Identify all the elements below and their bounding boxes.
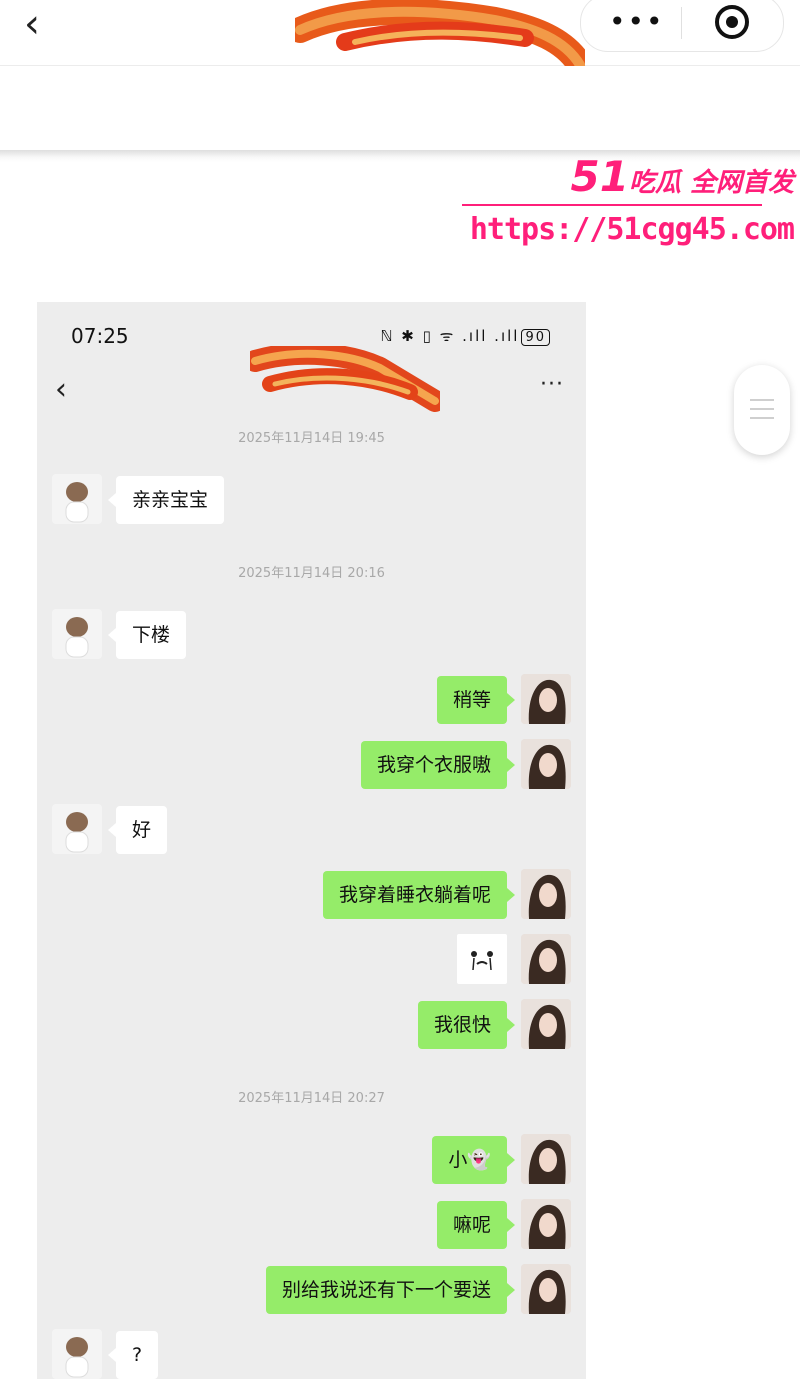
status-icons: ℕ ✱ ▯ ᯤ .ıll .ıll 90 (381, 326, 550, 346)
header-band (0, 66, 800, 152)
message-bubble[interactable]: 别给我说还有下一个要送 (265, 1266, 516, 1314)
mini-program-capsule: ••• (580, 0, 784, 52)
redaction-scribble (250, 346, 440, 412)
message-bubble[interactable]: 嘛呢 (436, 1201, 516, 1249)
chat-screenshot: 07:25 ℕ ✱ ▯ ᯤ .ıll .ıll 90 ‹ ··· 2025年11月… (37, 302, 586, 1379)
menu-line-icon (750, 417, 774, 419)
watermark-title: 51吃瓜 全网首发 (470, 156, 794, 200)
redaction-scribble (295, 0, 585, 70)
signal-icons: ℕ ✱ ▯ ᯤ .ıll .ıll (380, 327, 520, 345)
watermark-tagline: 吃瓜 全网首发 (628, 168, 794, 198)
back-icon[interactable]: ‹ (24, 4, 40, 44)
chat-timestamp: 2025年11月14日 20:27 (238, 1091, 385, 1106)
message-bubble[interactable]: 好 (107, 806, 168, 854)
crying-face-sticker[interactable] (457, 934, 507, 984)
avatar[interactable] (521, 999, 571, 1049)
app-top-bar: ‹ ••• (0, 0, 800, 70)
avatar[interactable] (52, 474, 102, 524)
side-menu-button[interactable] (734, 365, 790, 455)
record-icon[interactable] (715, 5, 749, 39)
avatar[interactable] (521, 1264, 571, 1314)
more-dots-icon[interactable]: ••• (609, 5, 665, 38)
message-row: 亲亲宝宝 (37, 474, 586, 524)
message-row: 我穿着睡衣躺着呢 (37, 869, 586, 919)
avatar[interactable] (521, 934, 571, 984)
message-row (37, 934, 586, 984)
avatar[interactable] (52, 1329, 102, 1379)
message-row: 我很快 (37, 999, 586, 1049)
message-row: 下楼 (37, 609, 586, 659)
message-row: 别给我说还有下一个要送 (37, 1264, 586, 1314)
status-time: 07:25 (71, 324, 129, 348)
battery-icon: 90 (521, 329, 550, 346)
message-bubble[interactable]: 下楼 (107, 611, 187, 659)
message-row: 小👻 (37, 1134, 586, 1184)
menu-line-icon (750, 399, 774, 401)
avatar[interactable] (521, 1199, 571, 1249)
avatar[interactable] (52, 609, 102, 659)
watermark-divider (461, 204, 762, 206)
capsule-divider (681, 7, 682, 39)
message-bubble[interactable]: 稍等 (436, 676, 516, 724)
avatar[interactable] (521, 1134, 571, 1184)
watermark: 51吃瓜 全网首发 https://51cgg45.com (461, 156, 795, 248)
avatar[interactable] (521, 739, 571, 789)
menu-line-icon (750, 408, 774, 410)
message-row: 我穿个衣服嗷 (37, 739, 586, 789)
watermark-url: https://51cgg45.com (469, 212, 795, 247)
message-bubble[interactable]: 小👻 (432, 1136, 515, 1184)
chat-more-icon[interactable]: ··· (540, 372, 564, 397)
avatar[interactable] (521, 674, 571, 724)
watermark-number: 51 (570, 152, 629, 201)
avatar[interactable] (52, 804, 102, 854)
avatar[interactable] (521, 869, 571, 919)
message-bubble[interactable]: 我穿着睡衣躺着呢 (322, 871, 516, 919)
message-bubble[interactable]: 亲亲宝宝 (107, 476, 225, 524)
message-bubble[interactable]: ? (107, 1331, 159, 1379)
chat-back-icon[interactable]: ‹ (55, 372, 67, 407)
chat-timestamp: 2025年11月14日 19:45 (238, 431, 385, 446)
message-row: ? (37, 1329, 586, 1379)
message-row: 稍等 (37, 674, 586, 724)
message-bubble[interactable]: 我很快 (417, 1001, 516, 1049)
chat-timestamp: 2025年11月14日 20:16 (238, 566, 385, 581)
message-row: 嘛呢 (37, 1199, 586, 1249)
message-row: 好 (37, 804, 586, 854)
message-bubble[interactable]: 我穿个衣服嗷 (360, 741, 516, 789)
